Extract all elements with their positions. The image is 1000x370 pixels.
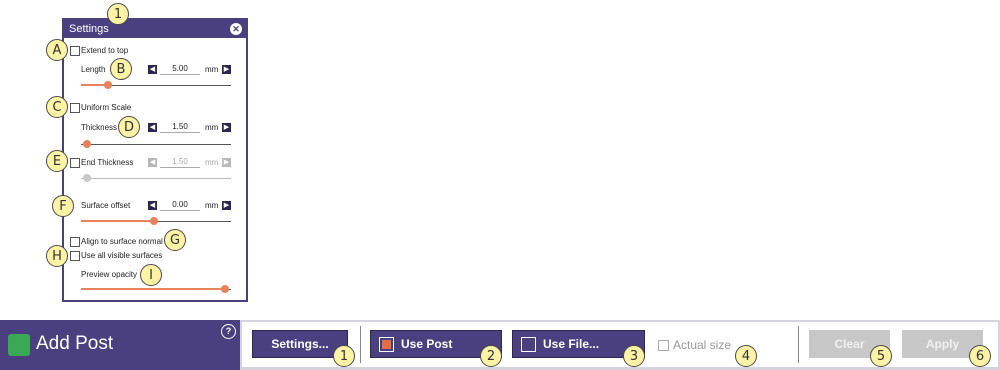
- callout-6: 6: [969, 345, 991, 367]
- uniform-scale-label: Uniform Scale: [81, 103, 132, 112]
- panel-title: Settings: [69, 23, 109, 35]
- callout-b: B: [110, 58, 132, 80]
- thickness-slider-handle[interactable]: [83, 140, 91, 148]
- help-icon[interactable]: ?: [221, 324, 236, 339]
- use-all-visible-surfaces-checkbox[interactable]: [70, 251, 80, 261]
- surface-offset-slider-fill: [81, 220, 154, 222]
- extend-to-top-checkbox[interactable]: [70, 46, 80, 56]
- thickness-unit: mm: [205, 123, 219, 132]
- end-thickness-input: 1.50: [160, 157, 200, 168]
- use-file-icon: [521, 336, 536, 352]
- add-post-toolbar: Add Post ? Settings... Use Post Use File…: [0, 320, 1000, 370]
- actual-size-label: Actual size: [673, 338, 732, 352]
- callout-4: 4: [735, 345, 757, 367]
- extend-to-top-label: Extend to top: [81, 46, 129, 55]
- callout-1: 1: [333, 345, 355, 367]
- callout-g: G: [164, 229, 186, 251]
- post-icon: [8, 334, 30, 356]
- align-to-surface-normal-label: Align to surface normal: [81, 237, 163, 246]
- end-thickness-increase-button: ▶: [222, 158, 231, 167]
- callout-i: I: [140, 264, 162, 286]
- surface-offset-decrease-button[interactable]: ◀: [148, 201, 157, 210]
- use-post-label: Use Post: [401, 337, 453, 351]
- callout-f: F: [52, 195, 74, 217]
- callout-a: A: [46, 39, 68, 61]
- callout-5: 5: [870, 345, 892, 367]
- callout-2: 2: [480, 345, 502, 367]
- uniform-scale-checkbox[interactable]: [70, 103, 80, 113]
- preview-opacity-slider-handle[interactable]: [221, 285, 229, 293]
- separator: [360, 326, 361, 363]
- length-label: Length: [81, 65, 106, 74]
- surface-offset-input[interactable]: 0.00: [160, 200, 200, 211]
- length-decrease-button[interactable]: ◀: [148, 65, 157, 74]
- end-thickness-slider-handle: [83, 174, 91, 182]
- callout-d: D: [118, 116, 140, 138]
- end-thickness-label: End Thickness: [81, 158, 134, 167]
- align-to-surface-normal-checkbox[interactable]: [70, 237, 80, 247]
- toolbar-title: Add Post: [36, 333, 114, 354]
- thickness-input[interactable]: 1.50: [160, 122, 200, 133]
- callout-e: E: [46, 150, 68, 172]
- callout-1-panel: 1: [107, 3, 129, 25]
- close-icon[interactable]: ✕: [230, 23, 242, 35]
- end-thickness-checkbox[interactable]: [70, 158, 80, 168]
- thickness-label: Thickness: [81, 123, 118, 132]
- use-file-label: Use File...: [543, 337, 600, 351]
- settings-panel: Settings ✕ Extend to top Length ◀ 5.00 m…: [62, 18, 248, 302]
- panel-header: Settings ✕: [64, 20, 246, 38]
- separator: [798, 326, 799, 363]
- length-increase-button[interactable]: ▶: [222, 65, 231, 74]
- callout-c: C: [46, 96, 68, 118]
- end-thickness-unit: mm: [205, 158, 219, 167]
- length-unit: mm: [205, 65, 219, 74]
- callout-h: H: [46, 245, 68, 267]
- thickness-slider-track[interactable]: [81, 144, 231, 145]
- toolbar-title-area: Add Post ?: [0, 320, 240, 370]
- thickness-increase-button[interactable]: ▶: [222, 123, 231, 132]
- actual-size-checkbox[interactable]: [658, 340, 669, 351]
- surface-offset-label: Surface offset: [81, 201, 131, 210]
- length-slider-handle[interactable]: [104, 81, 112, 89]
- surface-offset-unit: mm: [205, 201, 219, 210]
- callout-3: 3: [623, 345, 645, 367]
- preview-opacity-slider-fill: [81, 288, 225, 290]
- use-all-visible-surfaces-label: Use all visible surfaces: [81, 251, 163, 260]
- surface-offset-increase-button[interactable]: ▶: [222, 201, 231, 210]
- length-input[interactable]: 5.00: [160, 64, 200, 75]
- use-post-icon: [379, 336, 394, 352]
- end-thickness-decrease-button: ◀: [148, 158, 157, 167]
- preview-opacity-label: Preview opacity: [81, 270, 138, 279]
- end-thickness-slider-track: [81, 178, 231, 179]
- surface-offset-slider-handle[interactable]: [150, 217, 158, 225]
- thickness-decrease-button[interactable]: ◀: [148, 123, 157, 132]
